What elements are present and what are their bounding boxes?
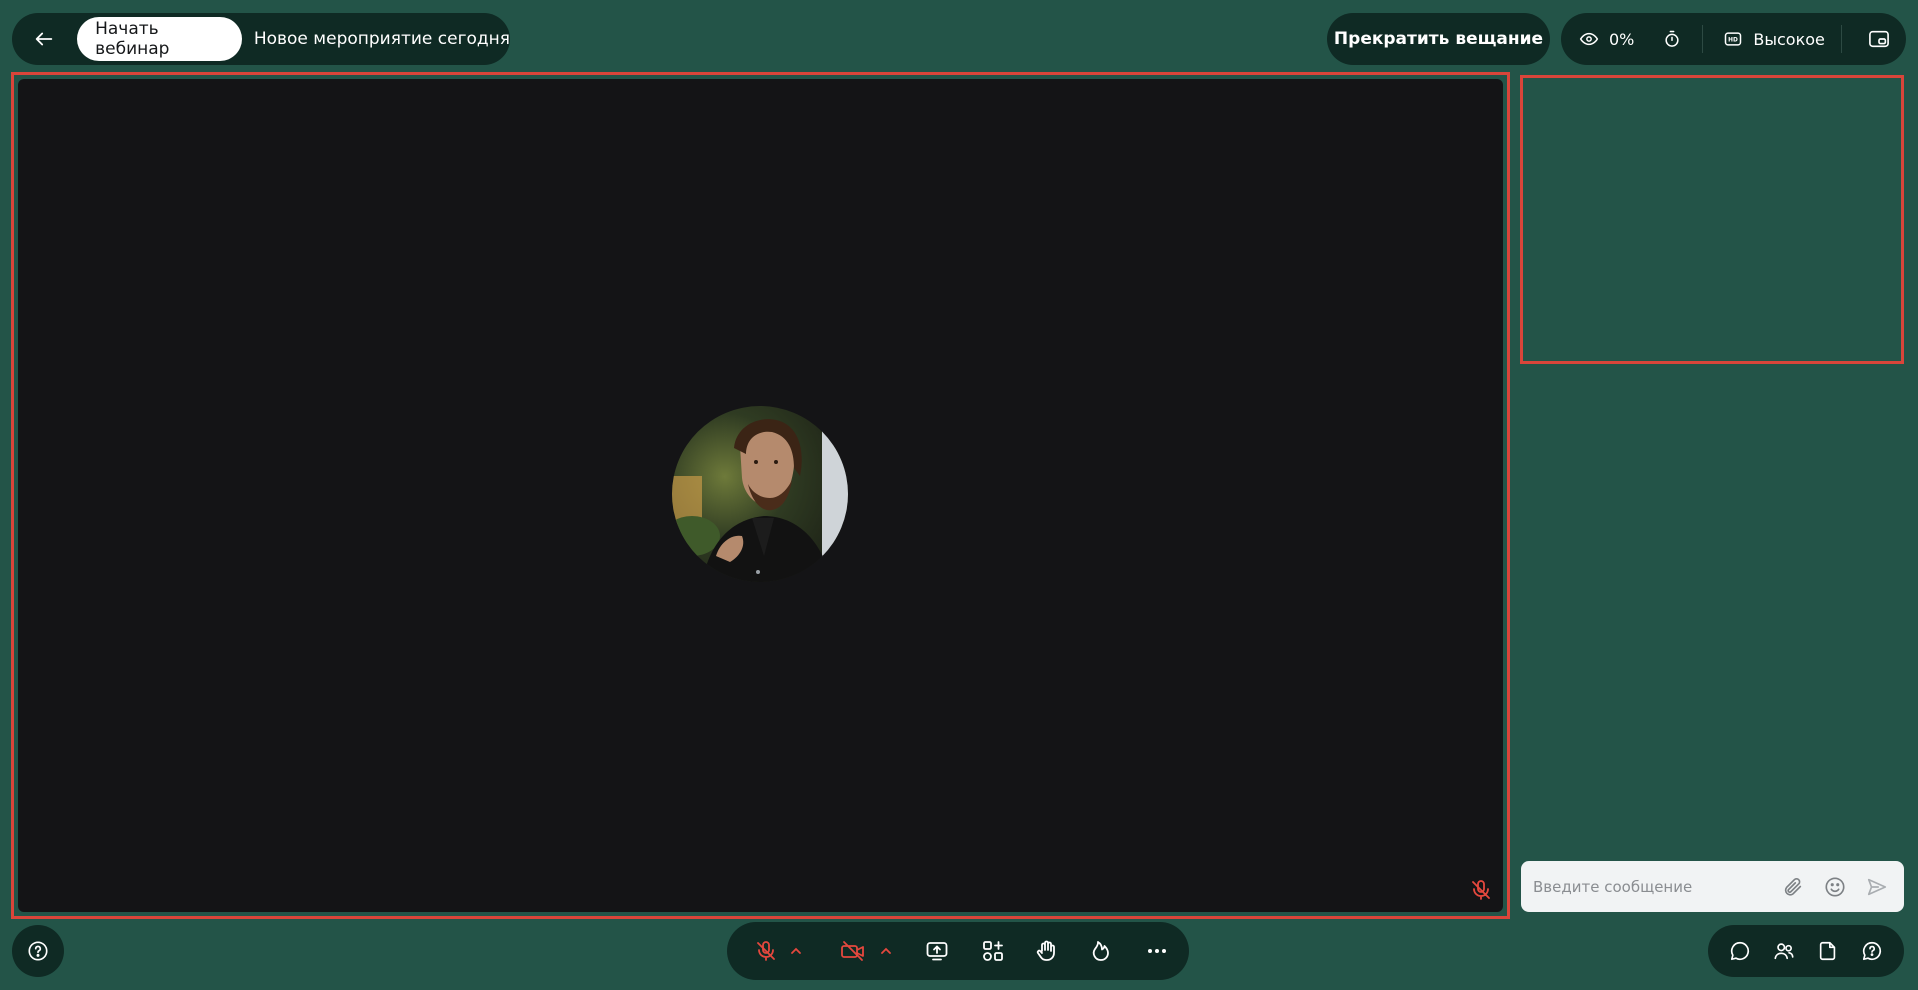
camera-options-button[interactable] [877, 931, 895, 971]
users-icon [1774, 943, 1794, 960]
timer-button[interactable] [1662, 29, 1682, 49]
pip-button[interactable] [1868, 29, 1890, 49]
files-panel-button[interactable] [1817, 940, 1839, 962]
quality-label: Высокое [1753, 29, 1825, 49]
side-video-preview[interactable] [1520, 75, 1904, 364]
divider [1702, 25, 1704, 53]
hd-icon: HD [1725, 32, 1742, 46]
reactions-button[interactable] [1087, 931, 1115, 971]
file-icon [1819, 941, 1836, 961]
status-bar: 0% HD Высокое [1561, 13, 1906, 65]
viewers-percent: 0% [1609, 29, 1635, 49]
eye-icon [1579, 32, 1599, 46]
send-button[interactable] [1862, 872, 1892, 902]
chevron-up-icon [881, 947, 891, 954]
mic-toggle-button[interactable] [753, 931, 779, 971]
media-controls [727, 922, 1189, 980]
participants-panel-button[interactable] [1773, 940, 1795, 962]
speaker-video[interactable] [18, 79, 1503, 912]
chat-panel-button[interactable] [1729, 940, 1751, 962]
picture-in-picture-icon [1868, 30, 1889, 48]
event-title: Новое мероприятие сегодня [253, 29, 510, 49]
flame-icon [1092, 941, 1109, 961]
main-video-frame [11, 72, 1510, 919]
mic-off-icon [757, 941, 775, 961]
paperclip-icon [1784, 877, 1802, 896]
mic-options-button[interactable] [787, 931, 805, 971]
more-button[interactable] [1143, 931, 1171, 971]
stopwatch-icon [1665, 30, 1679, 47]
camera-off-icon [841, 941, 864, 961]
webinar-header: Начать вебинар Новое мероприятие сегодня [12, 13, 510, 65]
viewers-stat: 0% [1579, 13, 1634, 65]
chat-composer [1521, 861, 1904, 912]
screen-share-button[interactable] [923, 931, 951, 971]
quality-selector[interactable]: HD Высокое [1723, 13, 1825, 65]
back-button[interactable] [22, 15, 65, 63]
stop-broadcast-button[interactable]: Прекратить вещание [1327, 13, 1550, 65]
start-webinar-button[interactable]: Начать вебинар [77, 17, 242, 61]
side-panel-tabs [1708, 925, 1904, 977]
question-icon [28, 941, 48, 961]
chevron-up-icon [791, 947, 801, 954]
emoji-button[interactable] [1820, 872, 1850, 902]
raise-hand-button[interactable] [1033, 931, 1061, 971]
svg-text:HD: HD [1729, 38, 1739, 44]
questions-panel-button[interactable] [1861, 940, 1883, 962]
help-button[interactable] [12, 925, 64, 977]
apps-add-icon [983, 941, 1003, 961]
attach-button[interactable] [1778, 872, 1808, 902]
chat-icon [1730, 941, 1750, 961]
smile-icon [1825, 876, 1845, 897]
question-bubble-icon [1862, 941, 1882, 961]
camera-toggle-button[interactable] [839, 931, 869, 971]
arrow-left-icon [35, 32, 52, 46]
message-input[interactable] [1533, 877, 1766, 896]
send-icon [1867, 878, 1887, 895]
raise-hand-icon [1036, 940, 1055, 961]
screen-share-icon [926, 942, 948, 961]
divider [1840, 25, 1842, 53]
apps-button[interactable] [979, 931, 1007, 971]
speaker-avatar [672, 406, 848, 582]
more-icon [1148, 949, 1166, 953]
speaker-mic-off-icon [1469, 878, 1493, 902]
